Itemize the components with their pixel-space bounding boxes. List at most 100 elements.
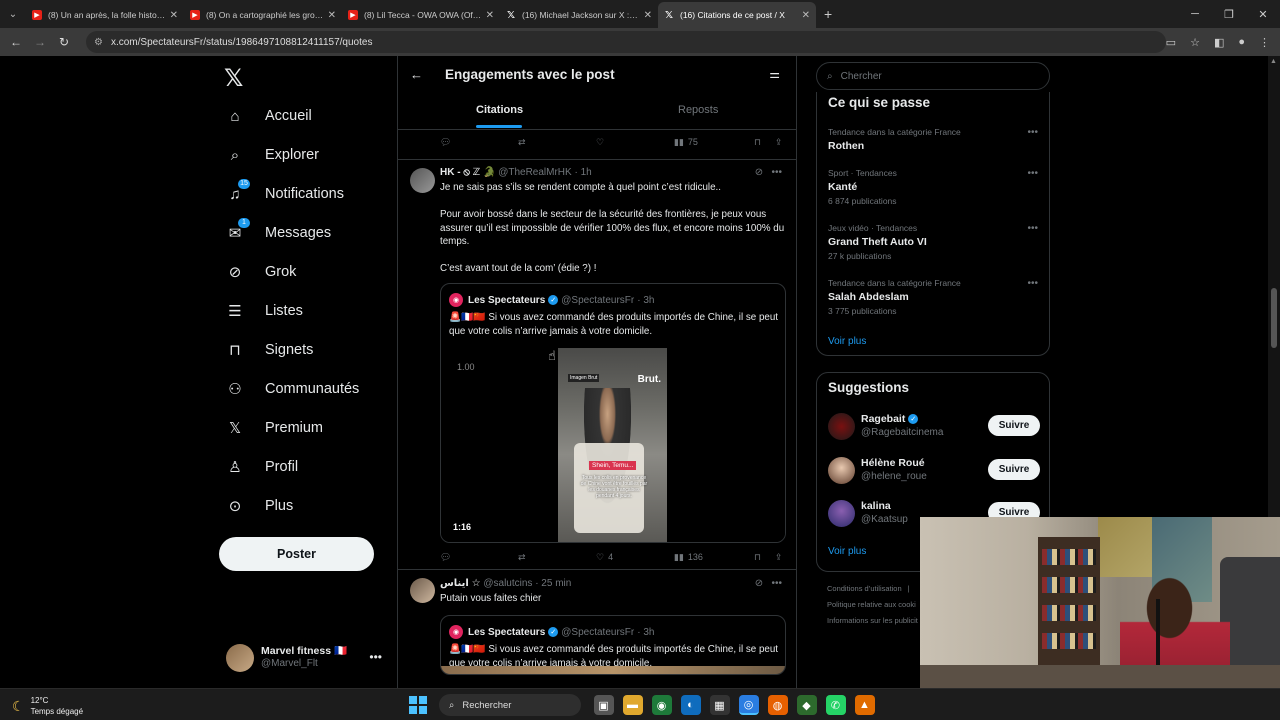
tab-reposts[interactable]: Reposts (678, 104, 718, 116)
close-window-icon[interactable]: ✕ (1246, 8, 1280, 21)
browser-tab[interactable]: ▶ (8) Lil Tecca - OWA OWA (Offici ✕ (342, 2, 500, 28)
nav-item-grok[interactable]: ⊘ Grok (226, 257, 297, 287)
avatar[interactable] (828, 456, 855, 484)
like-button[interactable]: ♡ 4 (596, 552, 613, 563)
avatar[interactable] (828, 499, 855, 527)
tab-search-icon[interactable]: ⌄ (0, 0, 26, 28)
browser-tab[interactable]: ▶ (8) On a cartographié les group ✕ (184, 2, 342, 28)
post-time[interactable]: · 25 min (535, 578, 571, 589)
tab-citations[interactable]: Citations (476, 104, 523, 116)
more-dots-icon[interactable]: ••• (771, 578, 782, 589)
edge-icon[interactable]: ◐ (680, 695, 701, 715)
author-name[interactable]: ايناس ☆ (440, 578, 481, 589)
weather-widget[interactable]: ☾ 12°C Temps dégagé (12, 695, 83, 717)
playback-speed[interactable]: 1.00 (457, 362, 475, 372)
close-tab-icon[interactable]: ✕ (486, 10, 494, 21)
views-button[interactable]: ▮▮ 75 (674, 137, 698, 148)
reload-icon[interactable]: ↻ (52, 35, 76, 49)
whatsapp-icon[interactable]: ✆ (825, 695, 846, 715)
vlc-icon[interactable]: ▲ (854, 695, 875, 715)
close-tab-icon[interactable]: ✕ (328, 10, 336, 21)
more-dots-icon[interactable]: ••• (369, 650, 382, 664)
quoted-post[interactable]: ◉ Les Spectateurs ✓ @SpectateursFr · 3h … (440, 283, 786, 543)
author-handle[interactable]: @salutcins (483, 578, 532, 589)
nav-item-home[interactable]: ⌂ Accueil (226, 101, 311, 131)
bookmark-icon[interactable]: ⊓ (754, 137, 761, 148)
browser-menu-icon[interactable]: ⋮ (1259, 36, 1270, 49)
site-info-icon[interactable]: ⚙ (94, 37, 103, 48)
follow-button[interactable]: Suivre (988, 459, 1040, 480)
show-more-link[interactable]: Voir plus (828, 336, 866, 347)
extensions-icon[interactable]: ◧ (1214, 36, 1224, 49)
more-dots-icon[interactable]: ••• (1027, 278, 1038, 289)
browser-tab-active[interactable]: 𝕏 (16) Citations de ce post / X ✕ (658, 2, 816, 28)
nav-item-profile[interactable]: ♙ Profil (226, 452, 298, 482)
browser-tab[interactable]: 𝕏 (16) Michael Jackson sur X : "M ✕ (500, 2, 658, 28)
filter-icon[interactable]: ⚌ (769, 67, 780, 81)
taskbar-search[interactable]: ⌕ Rechercher (439, 694, 581, 716)
repost-icon[interactable]: ⇄ (518, 137, 526, 148)
footer-link[interactable]: Informations sur les publicit (827, 616, 918, 625)
more-dots-icon[interactable]: ••• (771, 167, 782, 178)
post[interactable]: HK - ⦸ ℤ 🐊 @TheRealMrHK · 1h ⊘ ••• Je ne… (398, 160, 796, 569)
back-arrow-icon[interactable]: ← (4, 35, 28, 49)
repost-icon[interactable]: ⇄ (518, 552, 526, 563)
quote-media[interactable] (441, 666, 785, 674)
nav-item-more[interactable]: ⊙ Plus (226, 491, 294, 521)
reply-icon[interactable]: 💬︎ (440, 552, 451, 563)
nav-item-notifications[interactable]: ♫ 15 Notifications (226, 179, 344, 209)
x-logo-icon[interactable]: 𝕏 (224, 64, 243, 93)
more-dots-icon[interactable]: ••• (1027, 223, 1038, 234)
xbox-icon[interactable]: ◉ (651, 695, 672, 715)
author-name[interactable]: HK - ⦸ ℤ 🐊 (440, 167, 495, 178)
like-icon[interactable]: ♡ (596, 137, 604, 148)
trend-item[interactable]: Jeux vidéo · Tendances Grand Theft Auto … (828, 223, 1040, 261)
follow-button[interactable]: Suivre (988, 415, 1040, 436)
avatar[interactable] (828, 412, 855, 440)
nav-item-lists[interactable]: ☰ Listes (226, 296, 303, 326)
grok-icon[interactable]: ⊘ (755, 578, 763, 589)
close-tab-icon[interactable]: ✕ (644, 10, 652, 21)
new-tab-button[interactable]: + (824, 6, 832, 22)
post-time[interactable]: · 1h (574, 167, 591, 178)
post-button[interactable]: Poster (219, 537, 374, 571)
profile-icon[interactable]: ● (1238, 36, 1245, 48)
grok-icon[interactable]: ⊘ (755, 167, 763, 178)
reply-icon[interactable]: 💬︎ (440, 137, 451, 148)
nav-item-communities[interactable]: ⚇ Communautés (226, 374, 359, 404)
more-dots-icon[interactable]: ••• (1027, 168, 1038, 179)
forward-arrow-icon[interactable]: → (28, 35, 52, 49)
chrome-icon[interactable]: ◎ (738, 695, 759, 715)
share-icon[interactable]: ⇪ (775, 137, 783, 148)
store-icon[interactable]: ▦ (709, 695, 730, 715)
avatar[interactable] (410, 578, 435, 603)
nav-item-messages[interactable]: ✉ 1 Messages (226, 218, 331, 248)
suggestion-item[interactable]: Hélène Roué @helene_roue Suivre (828, 455, 1040, 485)
more-dots-icon[interactable]: ••• (1027, 127, 1038, 138)
minimize-icon[interactable]: ─ (1178, 8, 1212, 20)
avatar[interactable] (410, 168, 435, 193)
close-tab-icon[interactable]: ✕ (170, 10, 178, 21)
cast-icon[interactable]: ▭ (1166, 36, 1176, 49)
app-icon[interactable]: ◆ (796, 695, 817, 715)
close-tab-icon[interactable]: ✕ (802, 10, 810, 21)
windows-start-icon[interactable] (409, 696, 427, 714)
share-icon[interactable]: ⇪ (775, 552, 783, 563)
show-more-link[interactable]: Voir plus (828, 546, 866, 557)
views-button[interactable]: ▮▮ 136 (674, 552, 703, 563)
scroll-up-icon[interactable]: ▲ (1270, 58, 1277, 65)
trend-item[interactable]: Tendance dans la catégorie France Rothen… (828, 127, 1040, 152)
task-view-icon[interactable]: ▣ (593, 695, 614, 715)
search-input[interactable]: ⌕ Chercher (816, 62, 1050, 90)
nav-item-bookmarks[interactable]: ⊓ Signets (226, 335, 313, 365)
nav-item-premium[interactable]: 𝕏 Premium (226, 413, 323, 443)
bookmark-icon[interactable]: ⊓ (754, 552, 761, 563)
footer-link[interactable]: Conditions d’utilisation (827, 584, 902, 593)
suggestion-item[interactable]: Ragebait ✓ @Ragebaitcinema Suivre (828, 411, 1040, 441)
url-input[interactable]: ⚙ x.com/SpectateursFr/status/19864971088… (86, 31, 1166, 53)
file-explorer-icon[interactable]: ▬ (622, 695, 643, 715)
back-arrow-icon[interactable]: ← (410, 67, 423, 82)
star-icon[interactable]: ☆ (1190, 36, 1200, 49)
post[interactable]: ايناس ☆ @salutcins · 25 min ⊘ ••• Putain… (398, 570, 796, 688)
trend-item[interactable]: Sport · Tendances Kanté 6 874 publicatio… (828, 168, 1040, 206)
